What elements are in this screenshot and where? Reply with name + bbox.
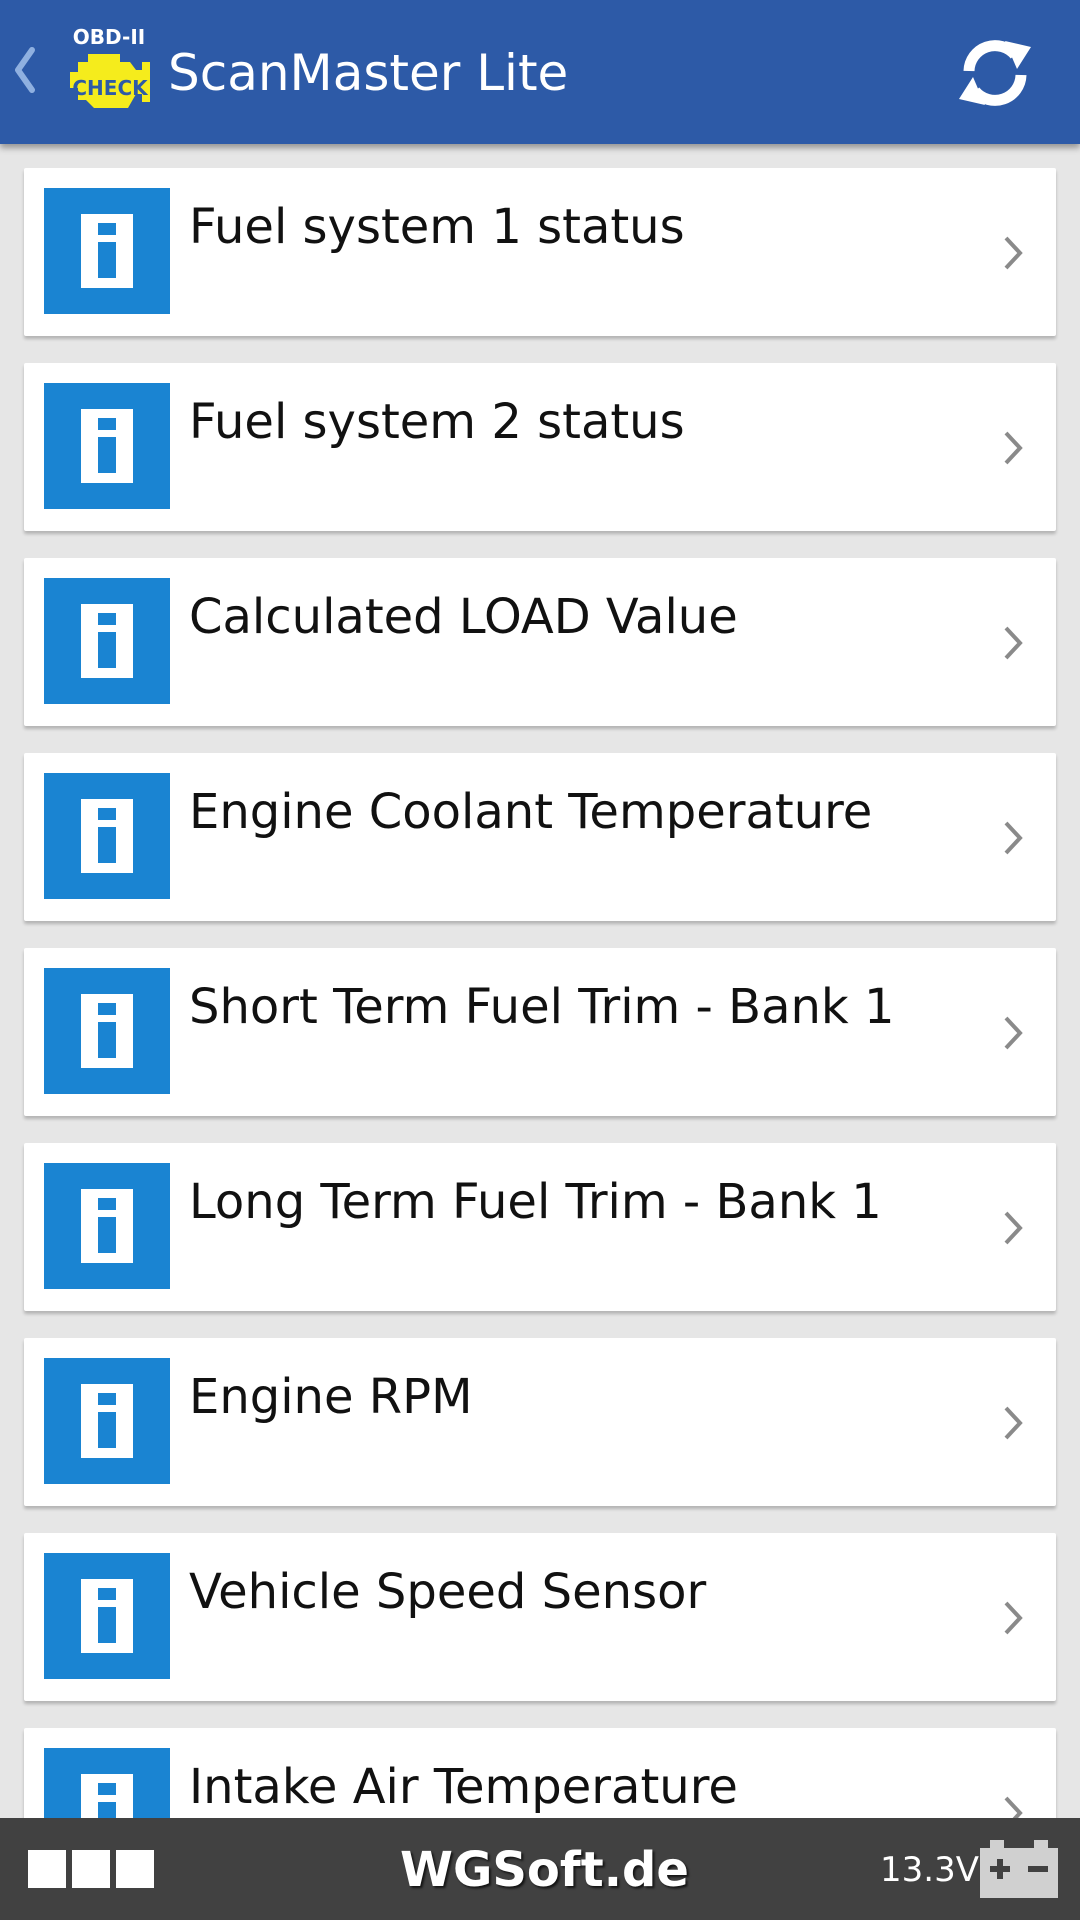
- grid-button[interactable]: [28, 1850, 156, 1890]
- battery-icon: [980, 1840, 1058, 1898]
- chevron-right-icon: [1004, 1796, 1023, 1818]
- list-item-short-term-fuel-trim-bank-1[interactable]: Short Term Fuel Trim - Bank 1: [24, 948, 1056, 1116]
- list-item-label: Vehicle Speed Sensor: [189, 1564, 707, 1620]
- list-item-fuel-system-2-status[interactable]: Fuel system 2 status: [24, 363, 1056, 531]
- bottom-bar: WGSoft.de 13.3V: [0, 1818, 1080, 1920]
- info-icon: [44, 1163, 170, 1289]
- info-icon: [44, 1748, 170, 1818]
- logo-word: CHECK: [72, 76, 148, 100]
- list-item-label: Fuel system 2 status: [189, 394, 685, 450]
- info-icon: [44, 1553, 170, 1679]
- list-item-calculated-load-value[interactable]: Calculated LOAD Value: [24, 558, 1056, 726]
- logo-caption: OBD-II: [72, 25, 146, 49]
- list-item-engine-coolant-temperature[interactable]: Engine Coolant Temperature: [24, 753, 1056, 921]
- chevron-right-icon: [1004, 1211, 1023, 1245]
- refresh-icon: [959, 40, 1031, 106]
- info-icon: [44, 1358, 170, 1484]
- chevron-right-icon: [1004, 236, 1023, 270]
- info-icon: [44, 188, 170, 314]
- back-button[interactable]: [10, 40, 40, 100]
- chevron-right-icon: [1004, 1406, 1023, 1440]
- app-logo: OBD-II CHECK: [62, 26, 156, 118]
- list-item-label: Fuel system 1 status: [189, 199, 685, 255]
- info-icon: [44, 578, 170, 704]
- chevron-right-icon: [1004, 1601, 1023, 1635]
- list-item-label: Intake Air Temperature: [189, 1759, 738, 1815]
- app-screen: OBD-II CHECK ScanMaster Lite Fuel system…: [0, 0, 1080, 1920]
- list-item-intake-air-temperature[interactable]: Intake Air Temperature: [24, 1728, 1056, 1818]
- list-item-fuel-system-1-status[interactable]: Fuel system 1 status: [24, 168, 1056, 336]
- list-item-vehicle-speed-sensor[interactable]: Vehicle Speed Sensor: [24, 1533, 1056, 1701]
- info-icon: [44, 968, 170, 1094]
- chevron-right-icon: [1004, 1016, 1023, 1050]
- chevron-right-icon: [1004, 821, 1023, 855]
- list-item-label: Engine Coolant Temperature: [189, 784, 873, 840]
- info-icon: [44, 383, 170, 509]
- chevron-left-icon: [15, 47, 35, 93]
- site-link[interactable]: WGSoft.de: [400, 1838, 689, 1902]
- list-item-label: Engine RPM: [189, 1369, 473, 1425]
- refresh-button[interactable]: [950, 28, 1040, 118]
- list-item-label: Calculated LOAD Value: [189, 589, 738, 645]
- action-bar: OBD-II CHECK ScanMaster Lite: [0, 0, 1080, 144]
- pid-list: Fuel system 1 status Fuel system 2 statu…: [0, 144, 1080, 1818]
- chevron-right-icon: [1004, 431, 1023, 465]
- list-item-long-term-fuel-trim-bank-1[interactable]: Long Term Fuel Trim - Bank 1: [24, 1143, 1056, 1311]
- info-icon: [44, 773, 170, 899]
- list-item-engine-rpm[interactable]: Engine RPM: [24, 1338, 1056, 1506]
- list-item-label: Long Term Fuel Trim - Bank 1: [189, 1174, 882, 1230]
- app-title: ScanMaster Lite: [168, 44, 569, 102]
- voltage-readout: 13.3V: [880, 1850, 979, 1890]
- list-item-label: Short Term Fuel Trim - Bank 1: [189, 979, 895, 1035]
- chevron-right-icon: [1004, 626, 1023, 660]
